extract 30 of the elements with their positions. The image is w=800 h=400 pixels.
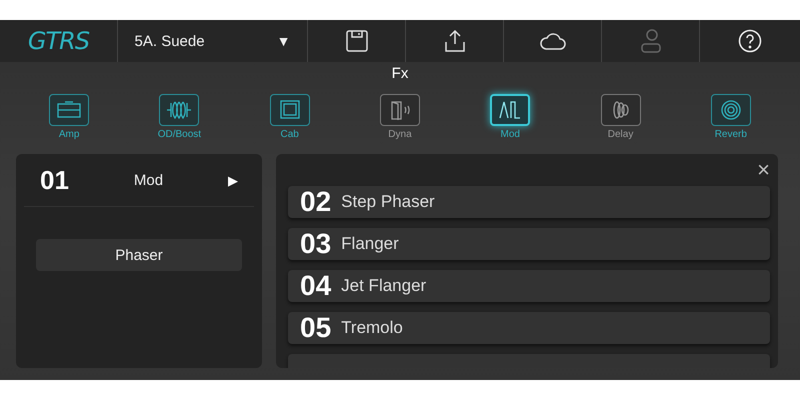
model-row[interactable]: 05 Tremolo [288,312,770,344]
preset-selector[interactable]: 5A. Suede ▼ [134,28,290,54]
slot-number: 01 [40,164,69,196]
model-row[interactable]: 02 Step Phaser [288,186,770,218]
model-name: Tremolo [341,318,403,338]
effect-tab[interactable]: Cab [250,94,330,140]
model-number: 03 [300,228,332,260]
effect-tab[interactable]: Delay [580,94,661,140]
model-number: 05 [300,312,332,344]
current-model-button[interactable]: Phaser [36,239,242,271]
effect-tab[interactable]: OD/Boost [139,94,220,140]
model-name: Jet Flanger [341,276,426,296]
help-button[interactable] [736,27,764,55]
play-button[interactable]: ▶ [228,172,238,188]
effect-tab[interactable]: Mod [470,94,550,140]
waveform-icon [166,99,192,121]
slot-category: Mod [134,172,164,188]
section-title: Fx [392,64,408,82]
model-number: 02 [300,186,332,218]
model-name: Flanger [341,234,399,254]
caret-icon: ▼ [276,33,290,49]
effect-tab[interactable]: Dyna [360,94,440,140]
effect-tab[interactable]: Amp [29,94,110,140]
app-logo: GTRS [28,27,90,55]
model-row[interactable]: 04 Jet Flanger [288,270,770,302]
effect-tab[interactable]: Reverb [690,94,771,140]
close-button[interactable]: × [757,159,770,181]
model-row[interactable]: 03 Flanger [288,228,770,260]
model-number: 04 [300,270,332,302]
model-name: Step Phaser [341,192,435,212]
